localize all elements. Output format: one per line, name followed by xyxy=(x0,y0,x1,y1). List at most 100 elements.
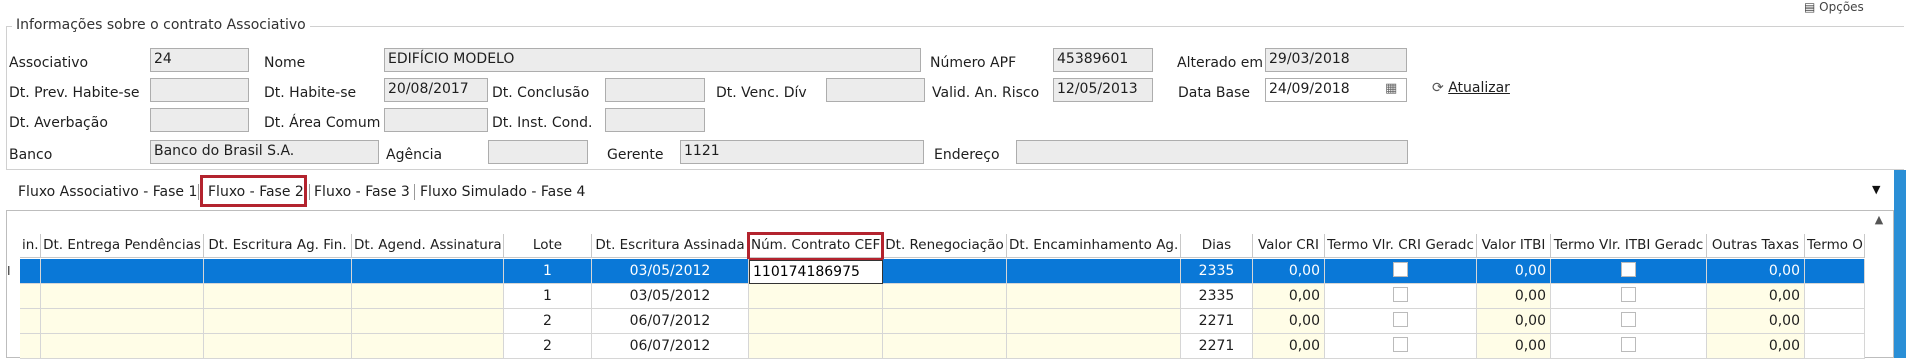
table-cell[interactable] xyxy=(352,284,504,309)
col-header-lote[interactable]: Lote xyxy=(504,234,592,258)
num-contrato-cef-cell[interactable] xyxy=(749,309,883,334)
table-cell[interactable] xyxy=(883,334,1007,359)
table-cell[interactable] xyxy=(883,284,1007,309)
calendar-icon[interactable]: ▦ xyxy=(1385,81,1397,96)
tab-fluxo-fase-3[interactable]: Fluxo - Fase 3 xyxy=(312,183,412,201)
col-header-outras-taxas[interactable]: Outras Taxas xyxy=(1707,234,1805,258)
termo-cri-checkbox-cell[interactable] xyxy=(1325,309,1477,334)
checkbox[interactable] xyxy=(1393,287,1408,302)
termo-cri-checkbox-cell[interactable] xyxy=(1325,259,1477,284)
dt-venc-div-field[interactable] xyxy=(826,78,925,102)
dias-cell[interactable]: 2271 xyxy=(1181,309,1253,334)
col-header-dt-renegociacao[interactable]: Dt. Renegociação xyxy=(883,234,1007,258)
dt-inst-cond-field[interactable] xyxy=(605,108,705,132)
lote-cell[interactable]: 1 xyxy=(504,259,592,284)
chevron-down-icon[interactable]: ▼ xyxy=(1872,183,1880,196)
dt-averbacao-field[interactable] xyxy=(150,108,249,132)
banco-field[interactable]: Banco do Brasil S.A. xyxy=(150,140,379,164)
table-cell[interactable] xyxy=(1805,284,1865,309)
dias-cell[interactable]: 2335 xyxy=(1181,284,1253,309)
tab-fluxo-simulado-fase-4[interactable]: Fluxo Simulado - Fase 4 xyxy=(418,183,587,201)
col-header-termo-outras[interactable]: Termo Ou xyxy=(1805,234,1865,258)
col-header-dt-escritura-ag-fin[interactable]: Dt. Escritura Ag. Fin. xyxy=(204,234,352,258)
dt-area-comum-field[interactable] xyxy=(384,108,488,132)
col-header-dt-encaminhamento-ag[interactable]: Dt. Encaminhamento Ag. xyxy=(1007,234,1181,258)
checkbox[interactable] xyxy=(1621,312,1636,327)
dt-escritura-assinada-cell[interactable]: 03/05/2012 xyxy=(592,284,749,309)
termo-cri-checkbox-cell[interactable] xyxy=(1325,334,1477,359)
numero-apf-field[interactable]: 45389601 xyxy=(1053,48,1153,72)
lote-cell[interactable]: 2 xyxy=(504,309,592,334)
table-cell[interactable] xyxy=(352,334,504,359)
valor-itbi-cell[interactable]: 0,00 xyxy=(1477,284,1551,309)
scroll-up-icon[interactable]: ▲ xyxy=(1866,211,1892,229)
table-cell[interactable] xyxy=(1805,259,1865,284)
valor-cri-cell[interactable]: 0,00 xyxy=(1253,259,1325,284)
gerente-field[interactable]: 1121 xyxy=(680,140,924,164)
termo-cri-checkbox-cell[interactable] xyxy=(1325,284,1477,309)
table-cell[interactable] xyxy=(41,284,204,309)
termo-itbi-checkbox-cell[interactable] xyxy=(1551,334,1707,359)
table-cell[interactable] xyxy=(883,259,1007,284)
table-cell[interactable] xyxy=(1007,334,1181,359)
table-cell[interactable] xyxy=(1007,284,1181,309)
termo-itbi-checkbox-cell[interactable] xyxy=(1551,284,1707,309)
atualizar-button[interactable]: ⟳ Atualizar xyxy=(1432,78,1510,98)
dias-cell[interactable]: 2271 xyxy=(1181,334,1253,359)
valor-cri-cell[interactable]: 0,00 xyxy=(1253,284,1325,309)
lote-cell[interactable]: 1 xyxy=(504,284,592,309)
tab-fluxo-associativo-fase-1[interactable]: Fluxo Associativo - Fase 1 xyxy=(16,183,199,201)
checkbox[interactable] xyxy=(1621,337,1636,352)
col-header-dt-entrega-pendencias[interactable]: Dt. Entrega Pendências xyxy=(41,234,204,258)
agencia-field[interactable] xyxy=(488,140,588,164)
table-cell[interactable] xyxy=(1805,309,1865,334)
dt-escritura-assinada-cell[interactable]: 03/05/2012 xyxy=(592,259,749,284)
valid-an-risco-field[interactable]: 12/05/2013 xyxy=(1053,78,1153,102)
table-cell[interactable] xyxy=(204,259,352,284)
table-cell[interactable] xyxy=(41,309,204,334)
termo-itbi-checkbox-cell[interactable] xyxy=(1551,259,1707,284)
outras-taxas-cell[interactable]: 0,00 xyxy=(1707,284,1805,309)
checkbox[interactable] xyxy=(1393,312,1408,327)
dt-prev-habite-se-field[interactable] xyxy=(150,78,249,102)
dt-escritura-assinada-cell[interactable]: 06/07/2012 xyxy=(592,334,749,359)
lote-cell[interactable]: 2 xyxy=(504,334,592,359)
outras-taxas-cell[interactable]: 0,00 xyxy=(1707,309,1805,334)
dt-conclusao-field[interactable] xyxy=(605,78,705,102)
outras-taxas-cell[interactable]: 0,00 xyxy=(1707,334,1805,359)
col-header-termo-vlr-itbi[interactable]: Termo Vlr. ITBI Geradc xyxy=(1551,234,1707,258)
valor-itbi-cell[interactable]: 0,00 xyxy=(1477,259,1551,284)
valor-cri-cell[interactable]: 0,00 xyxy=(1253,309,1325,334)
table-cell[interactable] xyxy=(41,334,204,359)
valor-itbi-cell[interactable]: 0,00 xyxy=(1477,334,1551,359)
valor-itbi-cell[interactable]: 0,00 xyxy=(1477,309,1551,334)
endereco-field[interactable] xyxy=(1016,140,1408,164)
table-cell[interactable] xyxy=(20,259,41,284)
col-header-dt-escritura-assinada[interactable]: Dt. Escritura Assinada xyxy=(592,234,749,258)
table-cell[interactable] xyxy=(1805,334,1865,359)
num-contrato-cef-cell[interactable] xyxy=(749,284,883,309)
table-cell[interactable] xyxy=(352,259,504,284)
checkbox[interactable] xyxy=(1621,262,1636,277)
table-cell[interactable] xyxy=(20,284,41,309)
num-contrato-cef-cell[interactable] xyxy=(749,334,883,359)
col-header-dt-agend-assinatura[interactable]: Dt. Agend. Assinatura xyxy=(352,234,504,258)
col-header-dias[interactable]: Dias xyxy=(1181,234,1253,258)
table-cell[interactable] xyxy=(20,309,41,334)
dt-escritura-assinada-cell[interactable]: 06/07/2012 xyxy=(592,309,749,334)
table-cell[interactable] xyxy=(20,334,41,359)
table-cell[interactable] xyxy=(41,259,204,284)
table-cell[interactable] xyxy=(204,284,352,309)
col-header-termo-vlr-cri[interactable]: Termo Vlr. CRI Geradc xyxy=(1325,234,1477,258)
dias-cell[interactable]: 2335 xyxy=(1181,259,1253,284)
checkbox[interactable] xyxy=(1621,287,1636,302)
num-contrato-cef-editor[interactable]: 110174186975 xyxy=(749,260,883,284)
valor-cri-cell[interactable]: 0,00 xyxy=(1253,334,1325,359)
table-cell[interactable] xyxy=(1007,259,1181,284)
table-cell[interactable] xyxy=(352,309,504,334)
table-cell[interactable] xyxy=(883,309,1007,334)
col-header-in[interactable]: in. xyxy=(20,234,41,258)
associativo-field[interactable]: 24 xyxy=(150,48,249,72)
col-header-valor-itbi[interactable]: Valor ITBI xyxy=(1477,234,1551,258)
alterado-em-field[interactable]: 29/03/2018 xyxy=(1265,48,1407,72)
